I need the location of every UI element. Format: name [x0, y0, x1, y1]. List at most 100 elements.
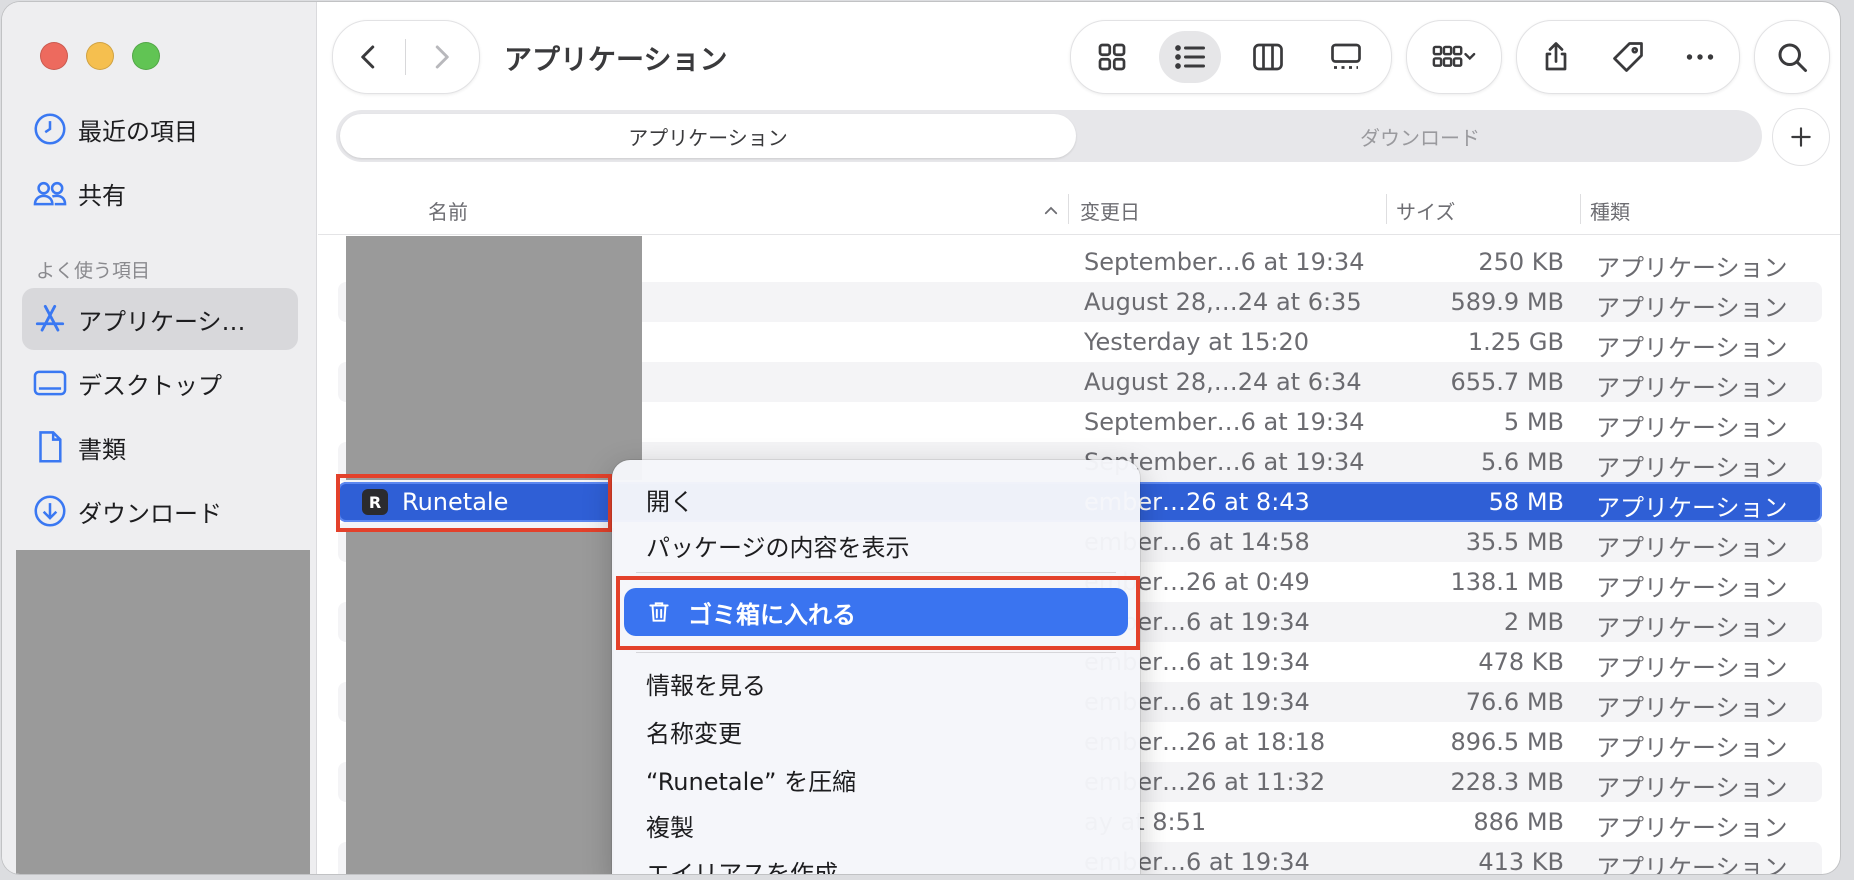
search-icon: [1778, 43, 1807, 72]
actions-group: [1516, 20, 1740, 94]
size-cell: 76.6 MB: [1465, 688, 1564, 716]
context-menu: 開く パッケージの内容を表示 ゴミ箱に入れる 情報を見る 名称変更 “Runet…: [612, 460, 1140, 874]
group-by-button[interactable]: [1421, 31, 1487, 83]
menu-item-open[interactable]: 開く: [646, 482, 694, 517]
redacted-area: [16, 550, 310, 874]
size-cell: 655.7 MB: [1450, 368, 1564, 396]
size-cell: 589.9 MB: [1450, 288, 1564, 316]
size-cell: 5 MB: [1503, 408, 1564, 436]
column-header-name[interactable]: 名前: [428, 196, 468, 225]
size-cell: 228.3 MB: [1450, 768, 1564, 796]
plus-icon: [1791, 127, 1811, 147]
redacted-area: [346, 528, 614, 874]
clock-icon: [22, 110, 78, 148]
size-cell: 413 KB: [1478, 848, 1564, 874]
kind-cell: アプリケーション: [1596, 654, 1788, 682]
column-header-date[interactable]: 変更日: [1080, 196, 1140, 225]
sidebar-item-recents[interactable]: 最近の項目: [22, 98, 298, 160]
size-cell: 35.5 MB: [1465, 528, 1564, 556]
chevron-left-icon: [361, 45, 375, 69]
divider: [1068, 194, 1069, 224]
download-icon: [22, 492, 78, 530]
minimize-window-button[interactable]: [86, 42, 114, 70]
column-view-button[interactable]: [1237, 31, 1299, 83]
zoom-window-button[interactable]: [132, 42, 160, 70]
tag-icon: [1613, 42, 1643, 72]
sidebar-item-label: 共有: [78, 181, 126, 210]
share-icon: [1545, 42, 1567, 71]
sidebar-item-label: ダウンロード: [78, 499, 222, 528]
columns-icon: [1253, 43, 1283, 71]
sidebar-section-favorites: よく使う項目: [36, 260, 151, 282]
size-cell: 58 MB: [1488, 488, 1564, 516]
gallery-view-button[interactable]: [1315, 31, 1377, 83]
highlight-selected-file: [336, 474, 612, 532]
search-group: [1754, 20, 1830, 94]
size-cell: 896.5 MB: [1450, 728, 1564, 756]
chevron-right-icon: [435, 45, 449, 69]
kind-cell: アプリケーション: [1596, 694, 1788, 722]
sidebar-item-desktop[interactable]: デスクトップ: [22, 352, 298, 414]
column-header-kind[interactable]: 種類: [1590, 196, 1630, 225]
highlight-move-to-trash: [616, 576, 1140, 650]
group-grid-chevron-icon: [1432, 45, 1476, 67]
kind-cell: アプリケーション: [1596, 574, 1788, 602]
share-button[interactable]: [1525, 31, 1587, 83]
kind-cell: アプリケーション: [1596, 334, 1788, 362]
date-cell: Yesterday at 15:20: [1084, 328, 1310, 356]
forward-button[interactable]: [417, 33, 465, 81]
more-actions-button[interactable]: [1669, 31, 1731, 83]
sidebar-item-downloads[interactable]: ダウンロード: [22, 480, 298, 542]
close-window-button[interactable]: [40, 42, 68, 70]
sidebar-item-label: デスクトップ: [78, 371, 222, 400]
kind-cell: アプリケーション: [1596, 854, 1788, 874]
sidebar-item-label: 書類: [78, 435, 126, 464]
applications-icon: [22, 300, 78, 338]
column-header-size[interactable]: サイズ: [1396, 196, 1455, 225]
size-cell: 2 MB: [1503, 608, 1564, 636]
size-cell: 250 KB: [1478, 248, 1564, 276]
list-view-button[interactable]: [1159, 31, 1221, 83]
sidebar-item-shared[interactable]: 共有: [22, 162, 298, 224]
view-mode-group: [1070, 20, 1392, 94]
menu-item-rename[interactable]: 名称変更: [646, 714, 742, 749]
kind-cell: アプリケーション: [1596, 814, 1788, 842]
divider: [1580, 194, 1581, 224]
size-cell: 478 KB: [1478, 648, 1564, 676]
kind-cell: アプリケーション: [1596, 734, 1788, 762]
date-cell: September…6 at 19:34: [1084, 248, 1365, 276]
ellipsis-icon: [1686, 54, 1714, 60]
size-cell: 138.1 MB: [1450, 568, 1564, 596]
new-tab-button[interactable]: [1772, 108, 1830, 166]
icon-view-button[interactable]: [1081, 31, 1143, 83]
tab-downloads[interactable]: ダウンロード: [1080, 114, 1760, 158]
tags-button[interactable]: [1597, 31, 1659, 83]
kind-cell: アプリケーション: [1596, 294, 1788, 322]
date-cell: August 28,…24 at 6:34: [1084, 368, 1362, 396]
menu-item-get-info[interactable]: 情報を見る: [646, 666, 766, 701]
menu-item-compress[interactable]: “Runetale” を圧縮: [646, 762, 856, 797]
column-header-bar: 名前 変更日 サイズ 種類: [318, 190, 1840, 235]
menu-item-show-package-contents[interactable]: パッケージの内容を表示: [646, 528, 910, 563]
back-button[interactable]: [345, 33, 393, 81]
people-icon: [22, 174, 78, 212]
tab-applications[interactable]: アプリケーション: [340, 114, 1076, 158]
sidebar-item-documents[interactable]: 書類: [22, 416, 298, 478]
redacted-area: [346, 236, 642, 480]
kind-cell: アプリケーション: [1596, 494, 1788, 522]
kind-cell: アプリケーション: [1596, 454, 1788, 482]
group-by-group: [1406, 20, 1502, 94]
tab-bar: アプリケーション ダウンロード: [336, 110, 1762, 162]
size-cell: 1.25 GB: [1467, 328, 1564, 356]
sidebar-item-label: アプリケーシ…: [78, 307, 246, 336]
menu-item-make-alias[interactable]: エイリアスを作成: [646, 854, 838, 874]
menu-item-duplicate[interactable]: 複製: [646, 808, 694, 843]
gallery-icon: [1331, 43, 1361, 69]
date-cell: September…6 at 19:34: [1084, 408, 1365, 436]
kind-cell: アプリケーション: [1596, 534, 1788, 562]
sort-ascending-icon: [1044, 206, 1058, 215]
search-button[interactable]: [1761, 31, 1823, 83]
finder-window: 最近の項目 共有 よく使う項目 アプリケーシ… デスクトップ 書類 ダウンロード…: [2, 2, 1840, 874]
sidebar-item-applications[interactable]: アプリケーシ…: [22, 288, 298, 350]
sidebar: 最近の項目 共有 よく使う項目 アプリケーシ… デスクトップ 書類 ダウンロード: [2, 2, 317, 874]
